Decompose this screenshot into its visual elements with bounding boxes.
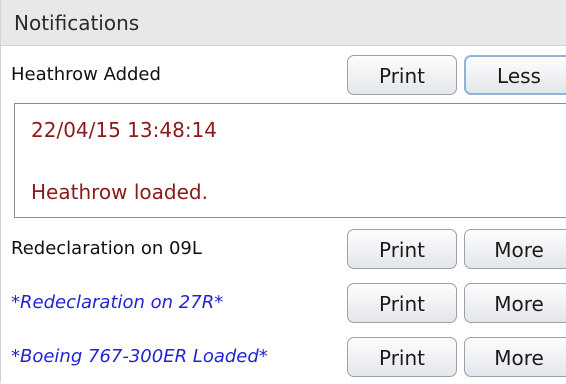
notification-row: *Redeclaration on 27R* Print More <box>1 276 566 330</box>
less-button[interactable]: Less <box>464 55 566 95</box>
notification-label-unread: *Redeclaration on 27R* <box>11 292 224 313</box>
notification-label-unread: *Boeing 767-300ER Loaded* <box>11 346 268 367</box>
more-button[interactable]: More <box>464 283 566 323</box>
message-text: Heathrow loaded. <box>31 180 208 204</box>
print-button[interactable]: Print <box>347 337 457 377</box>
print-button[interactable]: Print <box>347 229 457 269</box>
notification-label: Redeclaration on 09L <box>11 238 202 259</box>
print-button[interactable]: Print <box>347 283 457 323</box>
print-button[interactable]: Print <box>347 55 457 95</box>
more-button[interactable]: More <box>464 229 566 269</box>
notification-label: Heathrow Added <box>11 64 161 85</box>
notification-row: Redeclaration on 09L Print More <box>1 222 566 276</box>
notification-message-box: 22/04/15 13:48:14 Heathrow loaded. <box>14 103 566 218</box>
more-button[interactable]: More <box>464 337 566 377</box>
panel-title: Notifications <box>1 0 566 46</box>
notification-row: *Boeing 767-300ER Loaded* Print More <box>1 330 566 384</box>
notification-row-expanded: Heathrow Added Print Less <box>1 48 566 102</box>
notifications-panel: Notifications Heathrow Added Print Less … <box>0 0 566 383</box>
message-timestamp: 22/04/15 13:48:14 <box>31 118 218 142</box>
